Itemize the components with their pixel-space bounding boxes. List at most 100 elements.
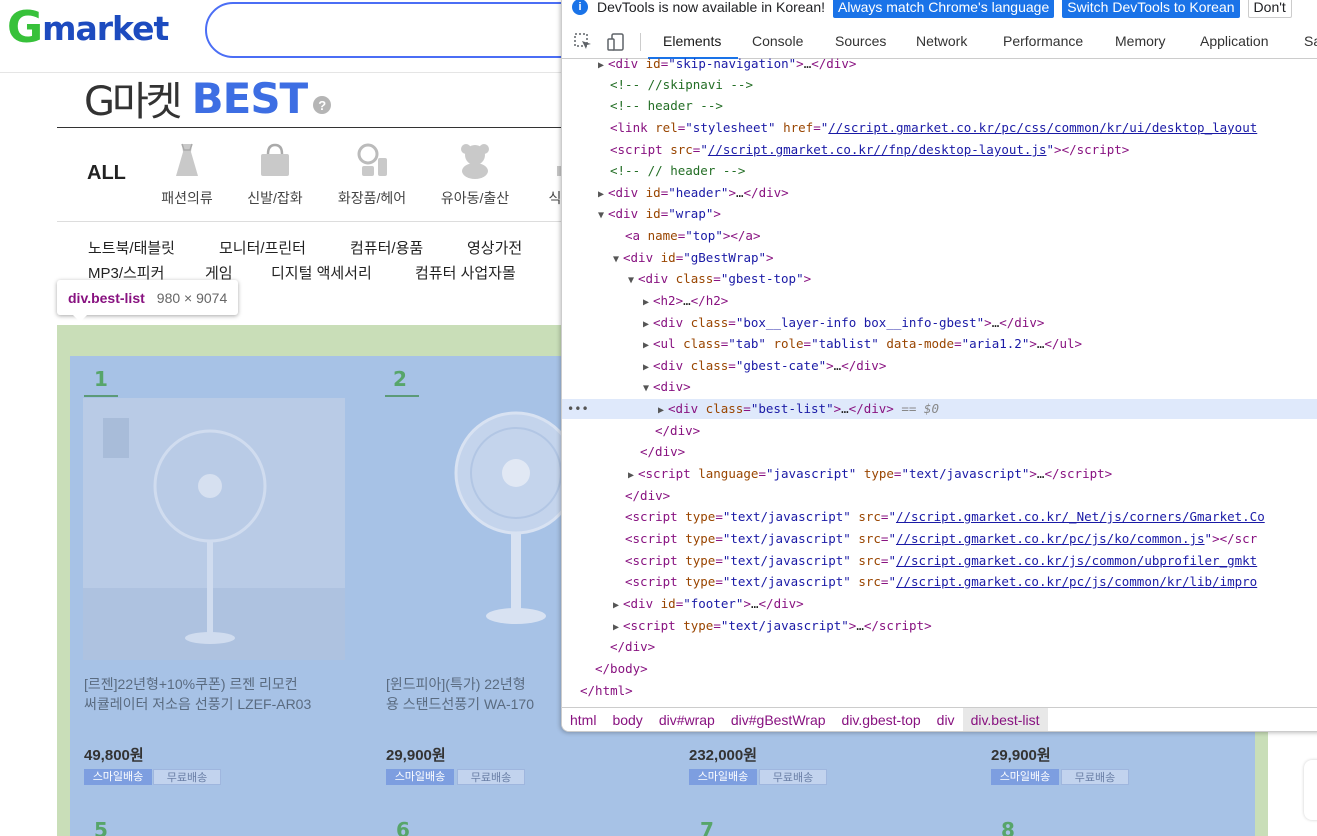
dom-node[interactable]: <!-- // header --> [562, 161, 1317, 181]
tooltip-class: .best-list [87, 289, 145, 306]
screen: G market G마켓 BEST ? ALL 패션의류 신발/잡화 화장품/헤… [0, 0, 1317, 836]
product-rank: 8 [1001, 818, 1015, 836]
dom-node[interactable]: </div> [562, 442, 1317, 462]
dom-node[interactable]: ▶ <div class="gbest-cate">…</div> [562, 356, 1317, 376]
tab-security[interactable]: Sa [1304, 33, 1317, 49]
dom-node[interactable]: ▶ <div id="skip-navigation">…</div> [562, 54, 1317, 74]
device-toolbar-icon[interactable] [606, 32, 626, 52]
dom-node[interactable]: ▼ <div id="wrap"> [562, 204, 1317, 224]
dom-node[interactable]: ▼ <div id="gBestWrap"> [562, 248, 1317, 268]
product-price: 49,800원 [84, 747, 144, 764]
tooltip-dimensions: 980 × 9074 [156, 289, 228, 306]
free-shipping-badge: 무료배송 [457, 769, 525, 785]
category-fashion[interactable]: 패션의류 [137, 140, 237, 208]
inspect-element-icon[interactable] [573, 32, 593, 52]
language-infobar: i DevTools is now available in Korean! A… [562, 0, 1317, 18]
smile-delivery-badge: 스마일배송 [386, 769, 454, 785]
more-actions-icon[interactable]: ••• [567, 399, 589, 419]
title-gmarket: G마켓 [84, 79, 183, 125]
tab-network[interactable]: Network [916, 33, 967, 49]
tab-performance[interactable]: Performance [1003, 33, 1083, 49]
gmarket-logo[interactable]: G market [7, 2, 169, 53]
dom-node[interactable]: ▶ <div class="box__layer-info box__info-g… [562, 313, 1317, 333]
product-image[interactable] [386, 398, 578, 660]
dom-node[interactable]: <!-- header --> [562, 96, 1317, 116]
title-best: BEST [191, 73, 309, 123]
product-name-line1[interactable]: [르젠]22년형+10%쿠폰) 르젠 리모컨 [84, 674, 346, 694]
smile-delivery-badge: 스마일배송 [84, 769, 152, 785]
crumb-body[interactable]: body [604, 708, 650, 732]
dom-node[interactable]: </div> [562, 486, 1317, 506]
dom-node[interactable]: ▶ <script type="text/javascript">…</scrip… [562, 616, 1317, 636]
category-cosmetics[interactable]: 화장품/헤어 [322, 140, 422, 208]
dom-node[interactable]: <script src="//script.gmarket.co.kr//fnp… [562, 140, 1317, 160]
devtools-panel: i DevTools is now available in Korean! A… [561, 0, 1317, 732]
subcategory-video[interactable]: 영상가전 [467, 237, 522, 258]
fan-image [83, 398, 345, 660]
product-rank: 1 [94, 367, 108, 391]
category-shoes-bags[interactable]: 신발/잡화 [225, 140, 325, 208]
crumb-gbest-top[interactable]: div.gbest-top [834, 708, 929, 732]
product-image[interactable] [83, 398, 345, 660]
side-widget[interactable] [1304, 760, 1317, 820]
toolbar-separator [640, 33, 641, 51]
tab-application[interactable]: Application [1200, 33, 1269, 49]
tooltip-arrow [73, 315, 87, 322]
dom-node[interactable]: <script type="text/javascript" src="//sc… [562, 507, 1317, 527]
tab-sources[interactable]: Sources [835, 33, 886, 49]
crumb-wrap[interactable]: div#wrap [651, 708, 723, 732]
dom-node[interactable]: </div> [562, 637, 1317, 657]
elements-dom-tree[interactable]: ▶ <div id="skip-navigation">…</div> <!-- … [562, 52, 1317, 707]
subcategory-digital-acc[interactable]: 디지털 액세서리 [271, 262, 372, 283]
category-all[interactable]: ALL [87, 162, 126, 185]
info-icon: i [572, 0, 588, 15]
crumb-gbestwrap[interactable]: div#gBestWrap [723, 708, 834, 732]
dom-node[interactable]: <script type="text/javascript" src="//sc… [562, 551, 1317, 571]
dom-node[interactable]: </html> [562, 681, 1317, 701]
dom-node[interactable]: <!-- //skipnavi --> [562, 75, 1317, 95]
crumb-best-list[interactable]: div.best-list [962, 707, 1048, 731]
subcategory-monitor[interactable]: 모니터/프린터 [219, 237, 306, 258]
product-rank: 6 [396, 818, 410, 836]
dont-show-button[interactable]: Don't [1247, 0, 1292, 18]
tab-console[interactable]: Console [752, 33, 803, 49]
tooltip-selector: div.best-list [68, 290, 145, 306]
dom-node[interactable]: <script type="text/javascript" src="//sc… [562, 529, 1317, 549]
free-shipping-badge: 무료배송 [1061, 769, 1129, 785]
subcategory-computer[interactable]: 컴퓨터/용품 [350, 237, 423, 258]
fan-image [454, 411, 578, 624]
crumb-html[interactable]: html [562, 708, 604, 732]
match-language-button[interactable]: Always match Chrome's language [833, 0, 1055, 18]
product-price: 29,900원 [991, 747, 1051, 764]
tooltip-tag: div [68, 289, 88, 306]
free-shipping-badge: 무료배송 [153, 769, 221, 785]
dom-node[interactable]: ▶ <h2>…</h2> [562, 291, 1317, 311]
product-name-line2[interactable]: 써큘레이터 저소음 선풍기 LZEF-AR03 [84, 694, 346, 714]
subcategory-laptop[interactable]: 노트북/태블릿 [88, 237, 175, 258]
logo-market: market [42, 8, 169, 48]
bag-icon [261, 143, 289, 176]
breadcrumb: html body div#wrap div#gBestWrap div.gbe… [562, 707, 1317, 732]
crumb-div[interactable]: div [929, 708, 963, 732]
dom-node[interactable]: </body> [562, 659, 1317, 679]
dom-node[interactable]: </div> [562, 421, 1317, 441]
tab-elements[interactable]: Elements [663, 33, 721, 49]
switch-korean-button[interactable]: Switch DevTools to Korean [1062, 0, 1240, 18]
dom-node[interactable]: ▶ <ul class="tab" role="tablist" data-mod… [562, 334, 1317, 354]
help-icon[interactable]: ? [313, 96, 332, 114]
logo-g: G [7, 2, 44, 53]
dom-node-selected[interactable]: ••• ▶ <div class="best-list">…</div> == $0 [562, 399, 1317, 419]
subcategory-biz[interactable]: 컴퓨터 사업자몰 [415, 262, 516, 283]
dom-node[interactable]: ▼ <div> [562, 377, 1317, 397]
dom-node[interactable]: ▼ <div class="gbest-top"> [562, 269, 1317, 289]
tab-memory[interactable]: Memory [1115, 33, 1166, 49]
dom-node[interactable]: <a name="top"></a> [562, 226, 1317, 246]
product-price: 232,000원 [689, 747, 758, 764]
category-label: 화장품/헤어 [337, 190, 407, 206]
dom-node[interactable]: ▶ <div id="header">…</div> [562, 183, 1317, 203]
dom-node[interactable]: <script type="text/javascript" src="//sc… [562, 572, 1317, 592]
dom-node[interactable]: ▶ <div id="footer">…</div> [562, 594, 1317, 614]
product-rank: 5 [94, 818, 108, 836]
dom-node[interactable]: ▶ <script language="javascript" type="tex… [562, 464, 1317, 484]
dom-node[interactable]: <link rel="stylesheet" href="//script.gm… [562, 118, 1317, 138]
